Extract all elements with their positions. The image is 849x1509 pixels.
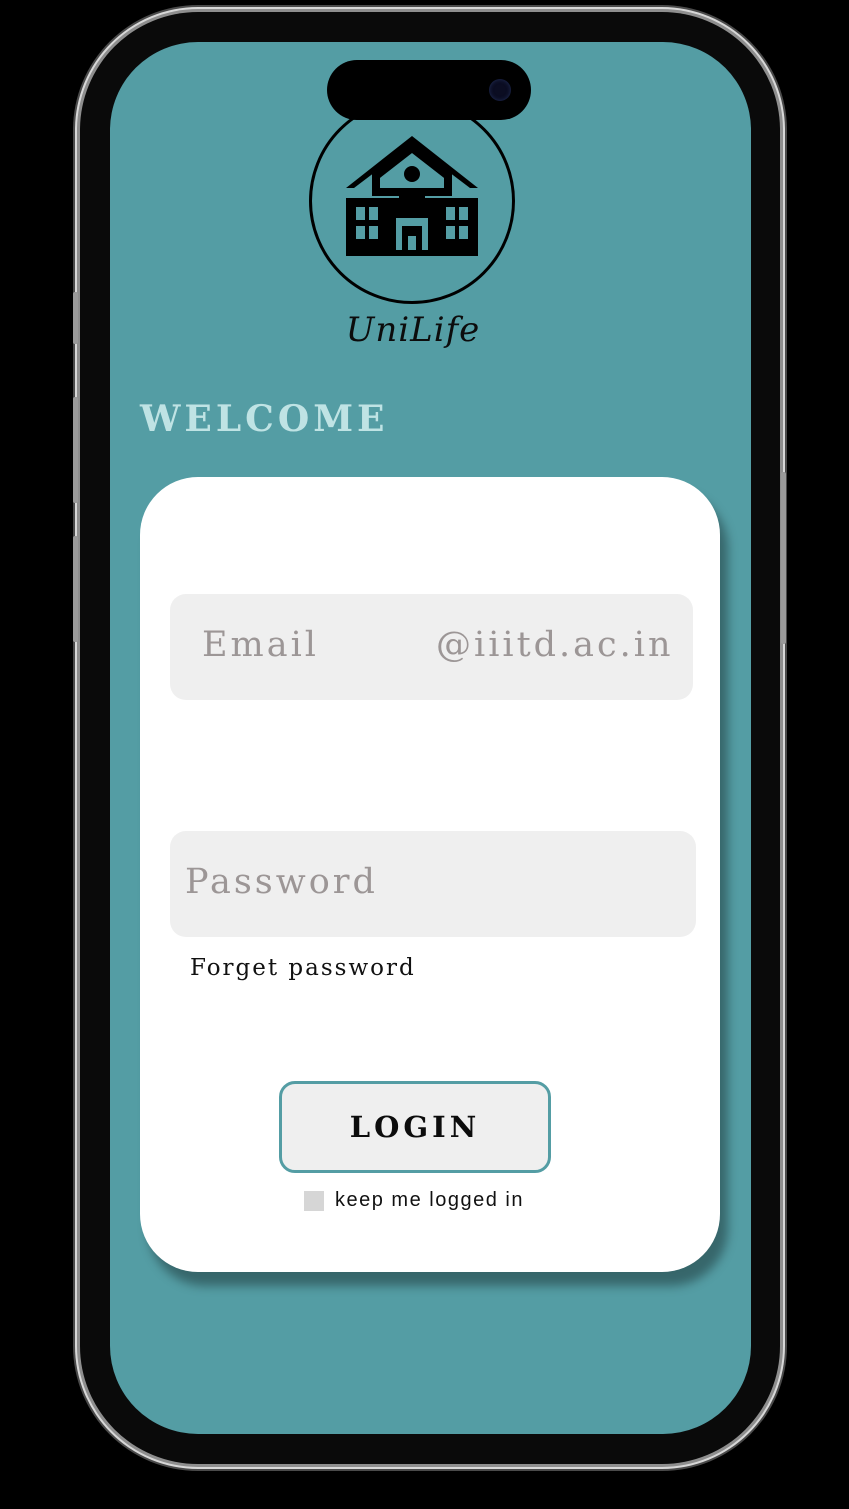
school-building-icon (346, 136, 478, 256)
silent-switch (73, 292, 78, 344)
login-card: Email @iiitd.ac.in Password Forget passw… (140, 477, 720, 1272)
password-field[interactable]: Password (170, 831, 696, 937)
email-domain-suffix: @iiitd.ac.in (436, 625, 674, 665)
volume-up-button (73, 397, 78, 503)
keep-logged-in-row[interactable]: keep me logged in (304, 1189, 524, 1212)
power-button (781, 472, 786, 644)
app-name: UniLife (345, 310, 481, 350)
dynamic-island (327, 60, 531, 120)
email-field[interactable]: Email @iiitd.ac.in (170, 594, 693, 700)
front-camera-icon (489, 79, 511, 101)
password-placeholder: Password (185, 862, 378, 902)
volume-down-button (73, 536, 78, 642)
app-screen: UniLife WELCOME Email @iiitd.ac.in Passw… (110, 42, 751, 1434)
keep-logged-in-checkbox[interactable] (304, 1190, 324, 1211)
welcome-heading: WELCOME (140, 398, 389, 440)
keep-logged-in-label: keep me logged in (335, 1189, 524, 1211)
forgot-password-link[interactable]: Forget password (190, 955, 416, 981)
email-placeholder: Email (202, 625, 319, 665)
login-button[interactable]: LOGIN (279, 1081, 551, 1173)
